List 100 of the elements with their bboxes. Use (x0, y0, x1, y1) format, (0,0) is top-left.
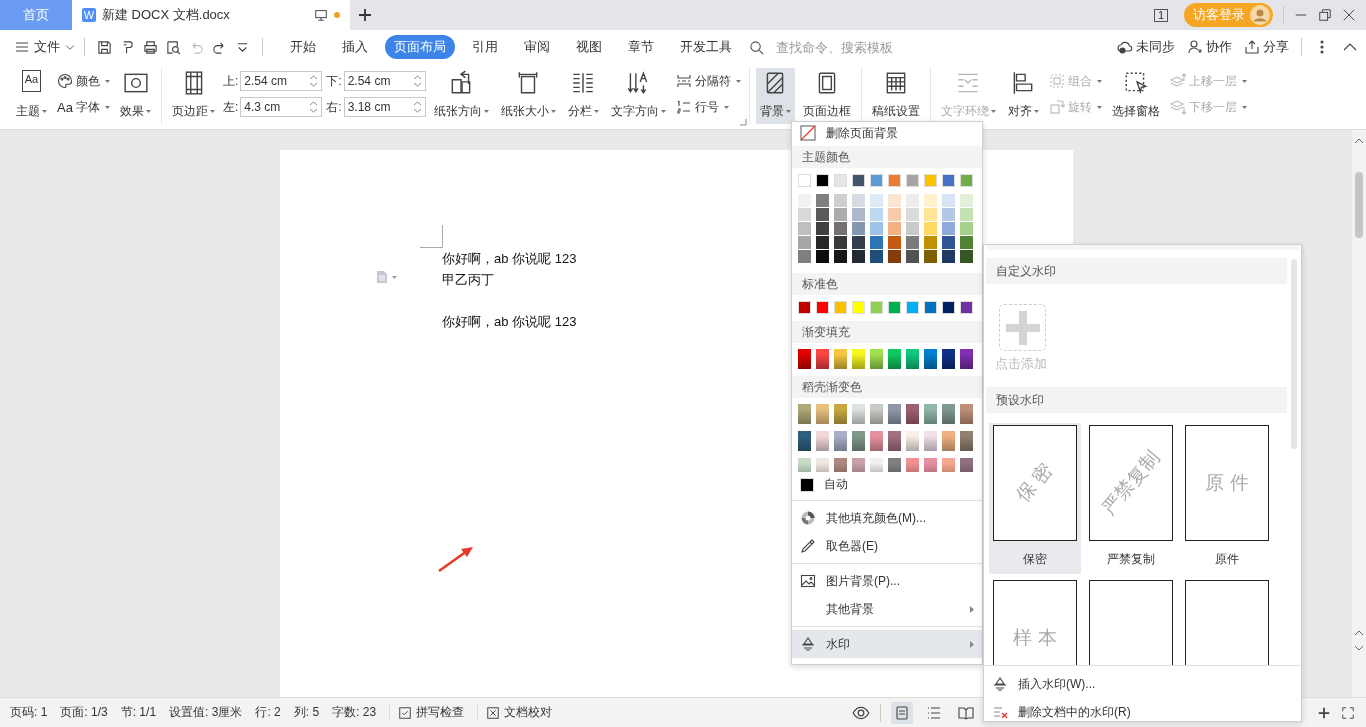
gradient-swatch[interactable] (906, 458, 919, 472)
paragraph-icon[interactable] (376, 270, 397, 284)
file-menu[interactable]: 文件 (14, 38, 82, 56)
margin-field[interactable]: 2.54 cm (343, 71, 426, 91)
ribbon-button[interactable]: 稿纸设置 (867, 68, 924, 124)
color-swatch[interactable] (870, 236, 883, 249)
color-swatch[interactable] (942, 222, 955, 235)
menu-item[interactable]: 删除页面背景 (792, 122, 898, 144)
color-swatch[interactable] (906, 301, 919, 314)
document-tab[interactable]: W 新建 DOCX 文档.docx (72, 0, 350, 30)
color-swatch[interactable] (960, 250, 973, 263)
gradient-swatch[interactable] (960, 349, 973, 369)
launcher-icon[interactable] (739, 119, 747, 126)
color-swatch[interactable] (816, 194, 829, 207)
view-button[interactable] (891, 701, 913, 724)
color-swatch[interactable] (852, 174, 865, 187)
color-swatch[interactable] (798, 174, 811, 187)
menu-item[interactable]: 自动 (792, 472, 856, 497)
gradient-swatch[interactable] (798, 458, 811, 472)
ribbon-button[interactable]: 分隔符 (673, 72, 743, 90)
save-icon[interactable] (97, 39, 112, 55)
menu-item[interactable]: 其他背景 (792, 595, 982, 623)
color-swatch[interactable] (924, 194, 937, 207)
color-swatch[interactable] (906, 250, 919, 263)
gradient-swatch[interactable] (816, 349, 829, 369)
gradient-swatch[interactable] (870, 431, 883, 451)
gradient-swatch[interactable] (852, 431, 865, 451)
ribbon-button[interactable]: 效果 (116, 68, 155, 124)
gradient-swatch[interactable] (870, 349, 883, 369)
ribbon-button[interactable]: 文字方向 (606, 68, 670, 124)
gradient-swatch[interactable] (834, 458, 847, 472)
color-swatch[interactable] (906, 174, 919, 187)
gradient-swatch[interactable] (888, 404, 901, 424)
color-swatch[interactable] (888, 222, 901, 235)
gradient-swatch[interactable] (798, 404, 811, 424)
gradient-swatch[interactable] (906, 404, 919, 424)
print-preview-icon[interactable] (166, 39, 181, 55)
ribbon-button[interactable]: 选择窗格 (1107, 68, 1164, 124)
color-swatch[interactable] (834, 222, 847, 235)
gradient-swatch[interactable] (942, 431, 955, 451)
color-swatch[interactable] (960, 301, 973, 314)
ribbon-button[interactable]: 分栏 (563, 68, 603, 124)
margin-field[interactable]: 4.3 cm (240, 97, 323, 117)
ribbon-button[interactable]: 纸张大小 (496, 68, 560, 124)
watermark-preset[interactable]: 保 密 保密 (989, 423, 1081, 574)
menu-item[interactable]: 删除文档中的水印(R) (984, 698, 1301, 726)
ribbon-button[interactable]: Aa 主题 (12, 68, 51, 124)
gradient-swatch[interactable] (924, 458, 937, 472)
gradient-swatch[interactable] (888, 458, 901, 472)
color-swatch[interactable] (888, 301, 901, 314)
status-button[interactable]: 文档校对 (477, 704, 553, 721)
menu-item[interactable]: 水印 (792, 630, 982, 658)
status-button[interactable]: 拼写检查 (389, 704, 465, 721)
print-icon[interactable] (143, 39, 158, 55)
ribbon-button[interactable]: 纸张方向 (429, 68, 493, 124)
gradient-swatch[interactable] (942, 458, 955, 472)
color-swatch[interactable] (960, 222, 973, 235)
color-swatch[interactable] (834, 174, 847, 187)
color-swatch[interactable] (798, 236, 811, 249)
color-swatch[interactable] (816, 174, 829, 187)
color-swatch[interactable] (852, 222, 865, 235)
color-swatch[interactable] (816, 236, 829, 249)
color-swatch[interactable] (924, 222, 937, 235)
ribbon-tab[interactable]: 引用 (463, 35, 507, 59)
color-swatch[interactable] (834, 236, 847, 249)
color-swatch[interactable] (816, 250, 829, 263)
gradient-swatch[interactable] (870, 458, 883, 472)
menu-item[interactable]: 取色器(E) (792, 532, 982, 560)
gradient-swatch[interactable] (816, 404, 829, 424)
gradient-swatch[interactable] (924, 349, 937, 369)
ribbon-tab[interactable]: 章节 (619, 35, 663, 59)
color-swatch[interactable] (942, 208, 955, 221)
scroll-thumb[interactable] (1355, 172, 1363, 238)
ribbon-button[interactable]: 页面边框 (798, 68, 855, 124)
ribbon-button[interactable]: 背景 (755, 68, 795, 124)
color-swatch[interactable] (960, 208, 973, 221)
color-swatch[interactable] (924, 250, 937, 263)
color-swatch[interactable] (888, 174, 901, 187)
toolbar-action[interactable]: 协作 (1187, 38, 1232, 56)
gradient-swatch[interactable] (852, 404, 865, 424)
color-swatch[interactable] (942, 236, 955, 249)
color-swatch[interactable] (852, 194, 865, 207)
ribbon-button[interactable]: Aa 字体 (55, 98, 112, 116)
color-swatch[interactable] (906, 208, 919, 221)
menu-item[interactable]: 插入水印(W)... (984, 670, 1301, 698)
color-swatch[interactable] (852, 236, 865, 249)
ribbon-button[interactable]: 对齐 (1003, 68, 1043, 124)
color-swatch[interactable] (960, 194, 973, 207)
gradient-swatch[interactable] (834, 431, 847, 451)
color-swatch[interactable] (870, 222, 883, 235)
menu-item[interactable]: 其他填充颜色(M)... (792, 504, 982, 532)
gradient-swatch[interactable] (906, 431, 919, 451)
gradient-swatch[interactable] (798, 349, 811, 369)
color-swatch[interactable] (906, 236, 919, 249)
color-swatch[interactable] (816, 208, 829, 221)
color-swatch[interactable] (924, 208, 937, 221)
menu-item[interactable]: 图片背景(P)... (792, 567, 982, 595)
color-swatch[interactable] (960, 174, 973, 187)
color-swatch[interactable] (960, 236, 973, 249)
color-swatch[interactable] (906, 222, 919, 235)
